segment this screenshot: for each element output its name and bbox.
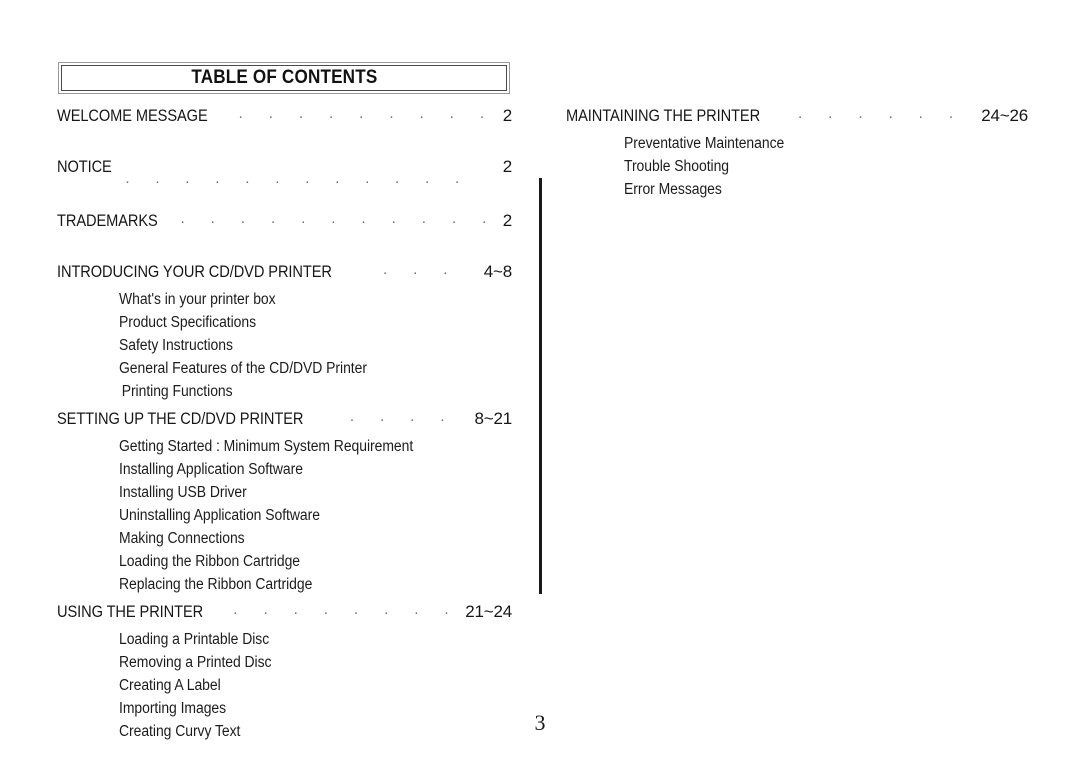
dot-leader-icon [125,175,466,189]
toc-subentry[interactable]: Creating A Label [119,674,473,697]
toc-subentry-list: What's in your printer box Product Speci… [119,288,512,403]
toc-chapter-page: 8~21 [474,409,513,428]
toc-chapter-row[interactable]: MAINTAINING THE PRINTER 24~26 [566,104,1028,128]
toc-chapter-page: 21~24 [465,602,512,621]
toc-chapter-label: USING THE PRINTER [57,602,204,621]
toc-chapter-page: 2 [502,211,512,230]
toc-right-column: MAINTAINING THE PRINTER 24~26 Preventati… [566,104,1028,201]
toc-subentry[interactable]: Replacing the Ribbon Cartridge [119,573,473,596]
page-number: 3 [534,710,546,735]
dot-leader-icon [349,411,460,428]
toc-subentry[interactable]: Making Connections [119,527,473,550]
toc-subentry[interactable]: Loading a Printable Disc [119,628,473,651]
toc-chapter-label: INTRODUCING YOUR CD/DVD PRINTER [57,262,332,281]
dot-leader-icon [238,108,490,125]
title-box-inner-border: TABLE OF CONTENTS [61,65,507,91]
toc-chapter-label: NOTICE [57,157,112,176]
toc-chapter-page: 2 [502,106,512,125]
toc-subentry[interactable]: General Features of the CD/DVD Printer [119,357,473,380]
toc-subentry[interactable]: Installing Application Software [119,458,473,481]
toc-subentry[interactable]: Uninstalling Application Software [119,504,473,527]
toc-chapter-page: 2 [502,157,512,176]
toc-subentry-list: Preventative Maintenance Trouble Shootin… [624,132,1028,201]
dot-leader-icon [798,108,976,125]
toc-chapter-row[interactable]: SETTING UP THE CD/DVD PRINTER 8~21 [57,407,512,431]
toc-subentry[interactable]: Error Messages [624,178,988,201]
dot-leader-icon [180,213,490,230]
toc-chapter-page: 4~8 [483,262,512,281]
toc-subentry[interactable]: Loading the Ribbon Cartridge [119,550,473,573]
toc-chapter-row[interactable]: NOTICE 2 [57,155,512,189]
toc-subentry[interactable]: Installing USB Driver [119,481,473,504]
toc-subentry[interactable]: Printing Functions [119,380,473,403]
toc-chapter-row[interactable]: INTRODUCING YOUR CD/DVD PRINTER 4~8 [57,260,512,284]
dot-leader-icon [233,604,459,621]
table-of-contents-title-box: TABLE OF CONTENTS [58,62,510,94]
toc-page: TABLE OF CONTENTS WELCOME MESSAGE 2 NOTI… [0,0,1080,760]
toc-chapter-label: SETTING UP THE CD/DVD PRINTER [57,409,304,428]
toc-subentry-list: Getting Started : Minimum System Require… [119,435,512,596]
toc-subentry[interactable]: Getting Started : Minimum System Require… [119,435,473,458]
toc-chapter-label: MAINTAINING THE PRINTER [566,106,761,125]
toc-subentry[interactable]: Safety Instructions [119,334,473,357]
toc-chapter-label: TRADEMARKS [57,211,158,230]
toc-subentry[interactable]: Product Specifications [119,311,473,334]
column-divider [539,178,542,594]
toc-left-column: WELCOME MESSAGE 2 NOTICE 2 TRADEMARKS 2 … [57,104,512,743]
toc-chapter-page: 24~26 [981,106,1028,125]
page-title: TABLE OF CONTENTS [190,67,378,88]
dot-leader-icon [383,264,460,281]
toc-subentry[interactable]: Trouble Shooting [624,155,988,178]
toc-chapter-row[interactable]: TRADEMARKS 2 [57,209,512,233]
toc-chapter-row[interactable]: WELCOME MESSAGE 2 [57,104,512,128]
toc-subentry[interactable]: What's in your printer box [119,288,473,311]
toc-subentry[interactable]: Removing a Printed Disc [119,651,473,674]
toc-chapter-label: WELCOME MESSAGE [57,106,208,125]
toc-chapter-row[interactable]: USING THE PRINTER 21~24 [57,600,512,624]
toc-subentry[interactable]: Preventative Maintenance [624,132,988,155]
